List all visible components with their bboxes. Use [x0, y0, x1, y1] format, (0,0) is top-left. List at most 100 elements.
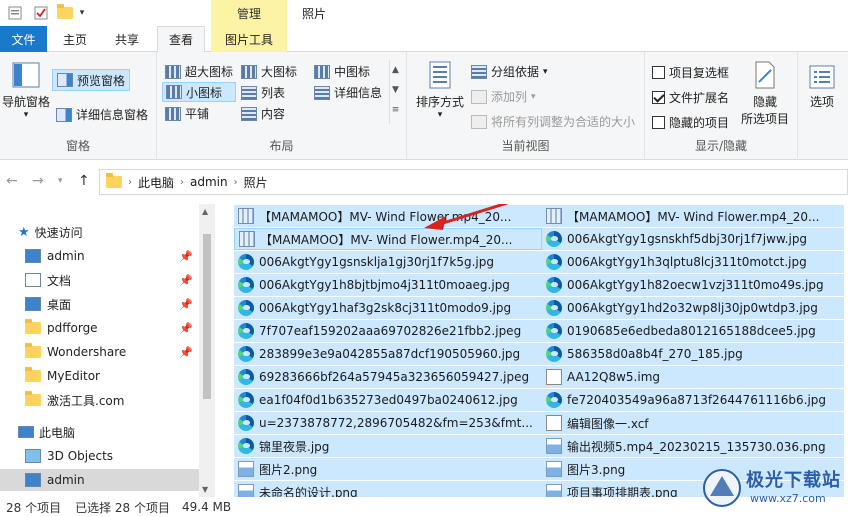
file-item[interactable]: fe720403549a96a8713f2644761116b6.jpg [542, 389, 844, 411]
chevron-right-icon[interactable]: › [180, 177, 184, 188]
sidebar-item-admin[interactable]: admin 📌 [0, 245, 199, 267]
user-folder-icon [25, 473, 41, 487]
file-item[interactable]: 006AkgtYgy1hd2o32wp8lj30jp0wtdp3.jpg [542, 297, 844, 319]
sidebar-item-myeditor[interactable]: MyEditor [0, 365, 199, 387]
preview-pane-button[interactable]: 预览窗格 [52, 69, 131, 91]
sidebar-scrollbar[interactable]: ▲ ▼ [199, 204, 215, 497]
content-icon [241, 106, 257, 121]
layout-extra-large-icons[interactable]: 超大图标 [165, 63, 233, 80]
pin-icon[interactable]: 📌 [179, 322, 193, 335]
hidden-items-checkbox[interactable] [652, 116, 665, 129]
layout-scroll[interactable]: ▲ ▼ ≡ [389, 60, 401, 124]
item-checkboxes-toggle[interactable]: 项目复选框 [652, 64, 729, 81]
file-item[interactable]: u=2373878772,2896705482&fm=253&fmt... [234, 412, 542, 434]
file-item[interactable]: 锦里夜景.jpg [234, 435, 542, 457]
address-bar[interactable]: › 此电脑 › admin › 照片 [99, 169, 848, 195]
star-icon: ★ [18, 224, 30, 240]
file-item[interactable]: 006AkgtYgy1h8bjtbjmo4j311t0moaeg.jpg [234, 274, 542, 296]
quick-access-dropdown-icon[interactable]: ▾ [76, 4, 88, 22]
pin-icon[interactable]: 📌 [179, 298, 193, 311]
sidebar-item-documents[interactable]: 文档 📌 [0, 269, 199, 291]
pin-icon[interactable]: 📌 [179, 346, 193, 359]
file-item[interactable]: 006AkgtYgy1h82oecw1vzj311t0mo49s.jpg [542, 274, 844, 296]
file-name: 编辑图像一.xcf [567, 416, 649, 431]
sidebar-this-pc[interactable]: 此电脑 [0, 421, 199, 443]
forward-arrow-icon[interactable]: → [32, 173, 44, 189]
sidebar-item-pc-admin[interactable]: admin [0, 469, 199, 491]
watermark-logo: 极光下载站 www.xz7.com [700, 460, 848, 517]
file-item[interactable]: ea1f04f0d1b635273ed0497ba0240612.jpg [234, 389, 542, 411]
chevron-right-icon[interactable]: › [234, 177, 238, 188]
layout-tiles[interactable]: 平铺 [165, 105, 209, 122]
checkmark-icon[interactable] [32, 4, 50, 22]
pin-icon[interactable]: 📌 [179, 250, 193, 263]
file-name: 006AkgtYgy1hd2o32wp8lj30jp0wtdp3.jpg [567, 301, 818, 315]
tab-view[interactable]: 查看 [157, 26, 205, 53]
back-arrow-icon[interactable]: ← [6, 173, 18, 189]
up-arrow-icon[interactable]: ↑ [78, 173, 90, 189]
breadcrumb-photos[interactable]: 照片 [244, 174, 268, 191]
hidden-items-toggle[interactable]: 隐藏的项目 [652, 114, 729, 131]
file-extensions-checkbox[interactable] [652, 91, 665, 104]
item-checkboxes-checkbox[interactable] [652, 66, 665, 79]
layout-content[interactable]: 内容 [241, 105, 285, 122]
file-item[interactable]: 输出视频5.mp4_20230215_135730.036.png [542, 435, 844, 457]
sidebar-this-pc-label: 此电脑 [39, 425, 76, 440]
file-item[interactable]: 未命名的设计.png [234, 481, 542, 497]
tab-picture-tools[interactable]: 图片工具 [211, 26, 287, 52]
file-item[interactable]: 006AkgtYgy1haf3g2sk8cj311t0modo9.jpg [234, 297, 542, 319]
file-item[interactable]: 006AkgtYgy1h3qlptu8lcj311t0motct.jpg [542, 251, 844, 273]
scroll-down-icon[interactable]: ▼ [202, 485, 208, 494]
sidebar-quick-access[interactable]: ★ 快速访问 [0, 221, 199, 243]
context-tab-manage[interactable]: 管理 [211, 0, 287, 26]
sidebar-item-3d-objects[interactable]: 3D Objects [0, 445, 199, 467]
file-name: 图片2.png [259, 462, 318, 477]
details-pane-button[interactable]: 详细信息窗格 [56, 106, 148, 123]
tab-home[interactable]: 主页 [55, 26, 95, 52]
add-columns-button[interactable]: 添加列 ▾ [471, 88, 536, 105]
tab-share[interactable]: 共享 [107, 26, 147, 52]
layout-tiles-label: 平铺 [185, 107, 210, 121]
tab-file[interactable]: 文件 [0, 26, 47, 52]
sidebar-item-pdfforge[interactable]: pdfforge 📌 [0, 317, 199, 339]
breadcrumb-this-pc[interactable]: 此电脑 [138, 174, 174, 191]
layout-details[interactable]: 详细信息 [314, 84, 382, 101]
sidebar-scrollbar-thumb[interactable] [203, 234, 211, 399]
breadcrumb-admin[interactable]: admin [190, 175, 228, 189]
layout-list-label: 列表 [261, 86, 286, 100]
layout-list[interactable]: 列表 [241, 84, 285, 101]
file-item[interactable]: 006AkgtYgy1gsnskljа1gj30rj1f7k5g.jpg [234, 251, 542, 273]
file-name: 006AkgtYgy1h82oecw1vzj311t0mo49s.jpg [567, 278, 824, 292]
chevron-right-icon[interactable]: › [128, 177, 132, 188]
file-item[interactable]: 0190685e6edbeda8012165188dcee5.jpg [542, 320, 844, 342]
sidebar-item-desktop[interactable]: 桌面 📌 [0, 293, 199, 315]
group-by-button[interactable]: 分组依据 ▾ [471, 63, 548, 80]
file-item[interactable]: 283899e3e9a042855a87dcf190505960.jpg [234, 343, 542, 365]
window-title: 照片 [302, 7, 327, 21]
file-extensions-toggle[interactable]: 文件扩展名 [652, 89, 729, 106]
new-folder-icon[interactable] [56, 4, 74, 22]
file-item[interactable]: 69283666bf264a57945a323656059427.jpeg [234, 366, 542, 388]
recent-dropdown-icon[interactable]: ▾ [58, 176, 63, 186]
details-pane-label: 详细信息窗格 [76, 108, 149, 122]
layout-medium-icons[interactable]: 中图标 [314, 63, 370, 80]
file-item[interactable]: 7f707eaf159202aaa69702826e21fbb2.jpeg [234, 320, 542, 342]
layout-small-icons[interactable]: 小图标 [162, 82, 236, 102]
sidebar-item-wondershare[interactable]: Wondershare 📌 [0, 341, 199, 363]
hide-selected-button[interactable]: 隐藏 所选项目 [737, 60, 793, 127]
pin-icon[interactable]: 📌 [179, 274, 193, 287]
fit-columns-button[interactable]: 将所有列调整为合适的大小 [471, 113, 635, 130]
file-item[interactable]: 编辑图像一.xcf [542, 412, 844, 434]
scroll-up-icon[interactable]: ▲ [202, 207, 208, 216]
file-item[interactable]: 图片2.png [234, 458, 542, 480]
sort-by-button[interactable]: 排序方式 ▾ [413, 60, 467, 120]
properties-icon[interactable] [6, 4, 24, 22]
sidebar-item-activation-tools[interactable]: 激活工具.com [0, 389, 199, 411]
layout-large-icons[interactable]: 大图标 [241, 63, 297, 80]
file-name: 586358d0a8b4f_270_185.jpg [567, 347, 743, 361]
hidden-items-label: 隐藏的项目 [669, 116, 730, 130]
options-button[interactable]: 选项 [800, 64, 844, 110]
nav-pane-button[interactable]: 导航窗格 ▾ [2, 62, 50, 120]
file-item[interactable]: 586358d0a8b4f_270_185.jpg [542, 343, 844, 365]
file-item[interactable]: AA12Q8w5.img [542, 366, 844, 388]
